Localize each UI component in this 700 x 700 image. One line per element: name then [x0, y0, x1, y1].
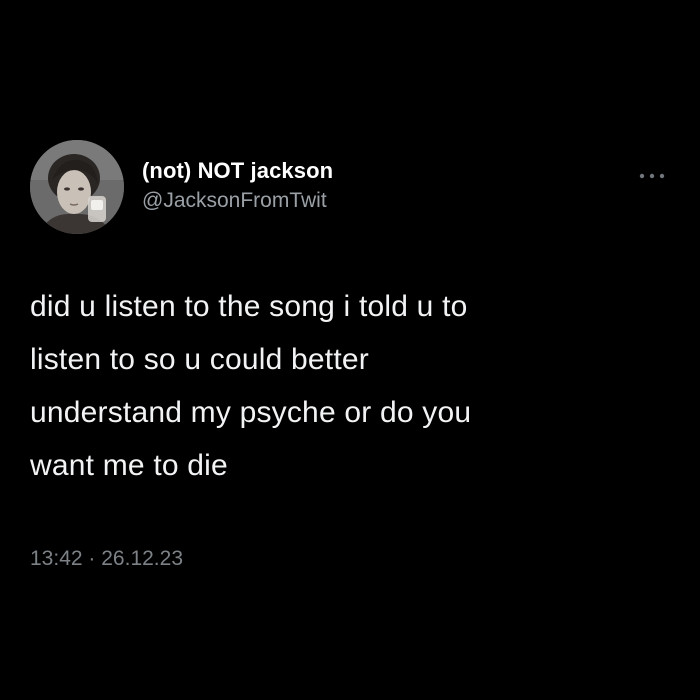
more-horizontal-icon[interactable]	[638, 168, 666, 179]
author-info: (not) NOT jackson @JacksonFromTwit	[142, 158, 333, 215]
avatar-photo	[30, 140, 124, 234]
user-handle[interactable]: @JacksonFromTwit	[142, 187, 333, 215]
meta-separator: ·	[88, 547, 96, 570]
tweet-date: 26.12.23	[101, 547, 183, 570]
tweet-text-line: want me to die	[30, 449, 228, 482]
tweet-text: did u listen to the song i told u to lis…	[30, 280, 650, 492]
avatar[interactable]	[30, 140, 124, 234]
tweet-card: (not) NOT jackson @JacksonFromTwit did u…	[30, 140, 670, 572]
tweet-text-line: did u listen to the song i told u to	[30, 290, 468, 323]
tweet-header: (not) NOT jackson @JacksonFromTwit	[30, 140, 670, 236]
tweet-time: 13:42	[30, 547, 83, 570]
tweet-text-line: understand my psyche or do you	[30, 396, 472, 429]
display-name[interactable]: (not) NOT jackson	[142, 158, 333, 184]
tweet-timestamp[interactable]: 13:42 · 26.12.23	[30, 546, 670, 572]
tweet-text-line: listen to so u could better	[30, 343, 369, 376]
